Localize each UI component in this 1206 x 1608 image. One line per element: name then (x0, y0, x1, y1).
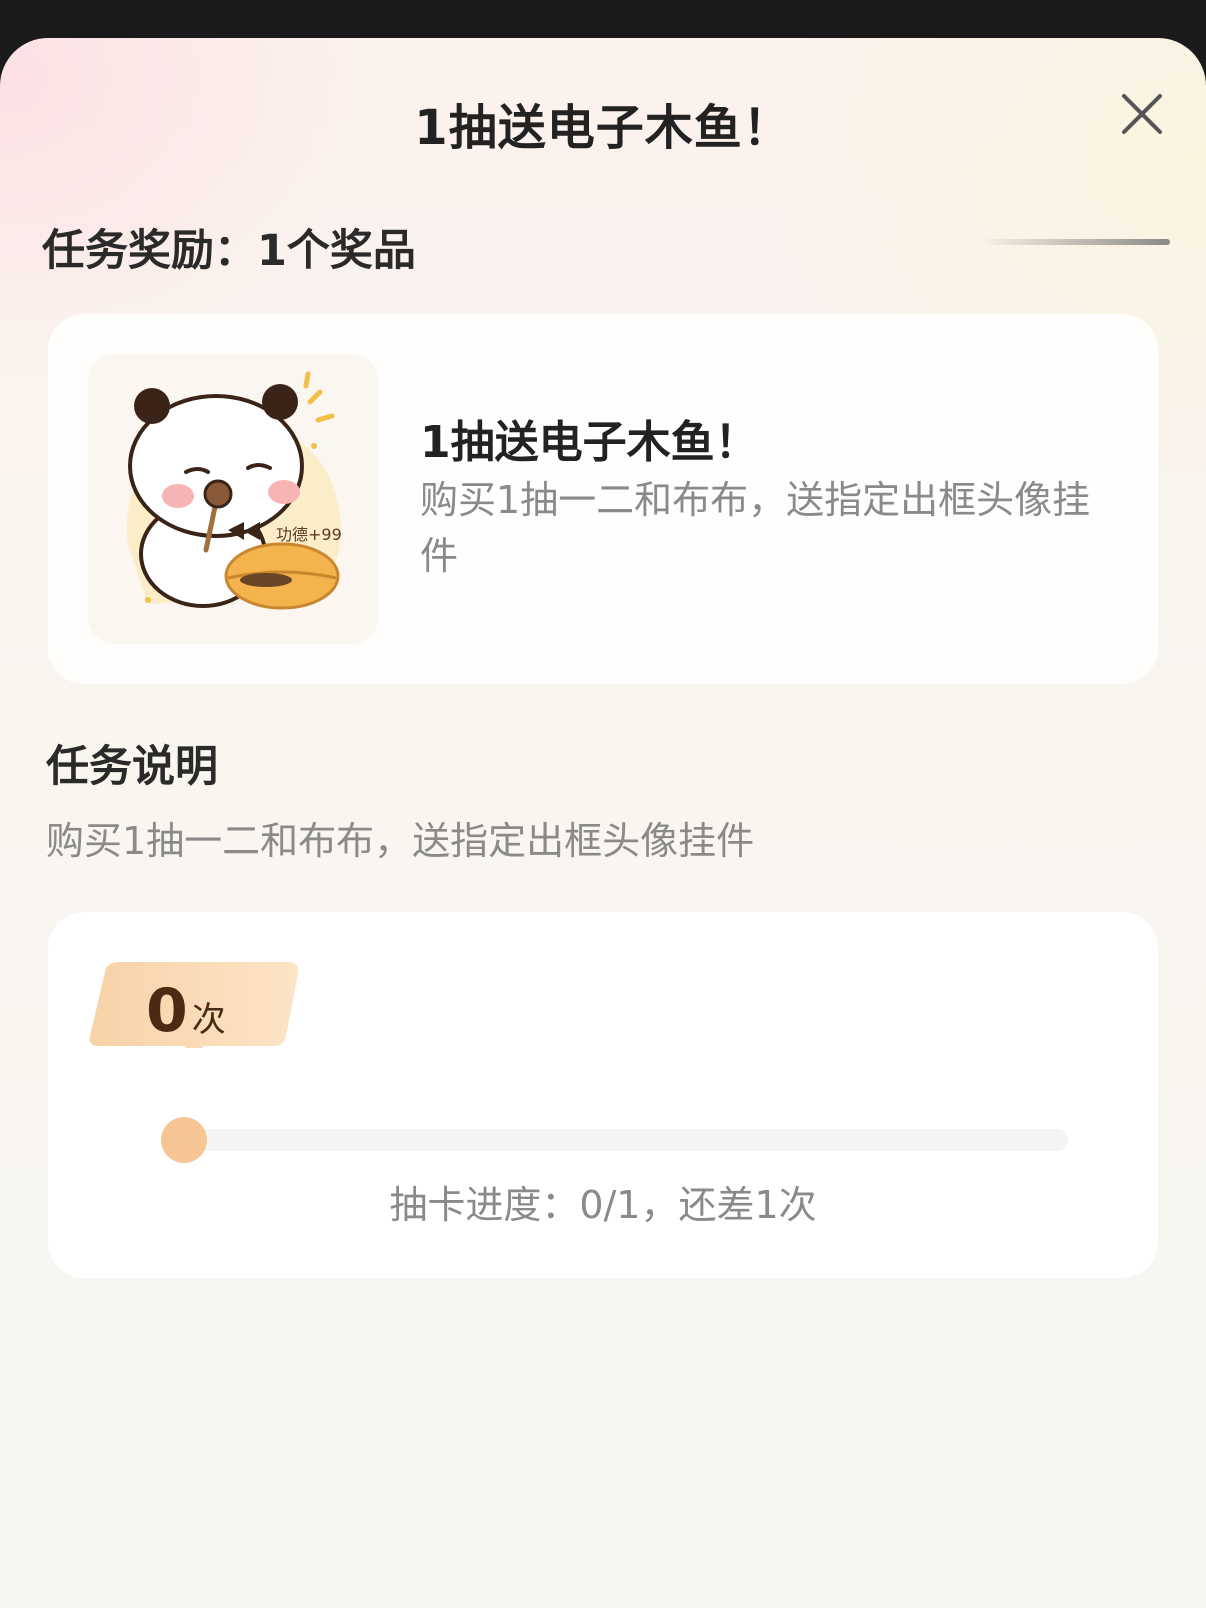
sheet-title: 1抽送电子木鱼！ (414, 100, 792, 156)
count-unit: 次 (191, 1000, 226, 1040)
progress-track (182, 1129, 1068, 1151)
count-value: 0 (146, 976, 188, 1046)
close-icon (1122, 94, 1162, 134)
prize-name: 1抽送电子木鱼！ (420, 417, 759, 468)
prize-image: 功德+99 (88, 354, 378, 644)
task-section-title: 任务说明 (46, 742, 218, 792)
task-description: 购买1抽一二和布布，送指定出框头像挂件 (46, 819, 755, 863)
prize-card[interactable]: 功德+99 1抽送电子木鱼！ 购买1抽一二和布布，送指定出框头像挂件 (48, 314, 1158, 684)
decorative-line (980, 239, 1170, 245)
reward-section-title: 任务奖励：1个奖品 (42, 226, 416, 276)
prize-image-caption: 功德+99 (276, 525, 342, 544)
close-button[interactable] (1118, 90, 1166, 138)
prize-description: 购买1抽一二和布布，送指定出框头像挂件 (420, 478, 1091, 578)
progress-status-text: 抽卡进度：0/1，还差1次 (389, 1183, 817, 1227)
count-display: 0次 (146, 976, 226, 1046)
progress-card: 0次 抽卡进度：0/1，还差1次 (48, 912, 1158, 1278)
progress-knob (161, 1117, 207, 1163)
panda-woodfish-sticker: 功德+99 (126, 371, 342, 610)
task-detail-sheet: 1抽送电子木鱼！ 任务奖励：1个奖品 功德+99 1抽送电子木鱼！ 购买1抽一二… (0, 38, 1206, 1608)
